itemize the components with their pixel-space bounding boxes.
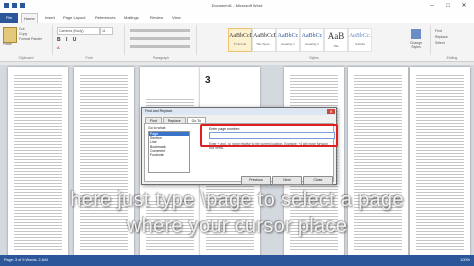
list-item[interactable]: Footnote xyxy=(149,153,189,157)
window-controls: – □ ✕ xyxy=(424,1,472,11)
styles-group: AaBbCcDc ¶ Normal AaBbCcDc Title Spac...… xyxy=(198,25,431,60)
styles-label: Styles xyxy=(309,56,319,60)
close-window-icon[interactable]: ✕ xyxy=(456,1,472,11)
next-button[interactable]: Next xyxy=(272,176,302,185)
change-styles-icon xyxy=(411,29,421,39)
tab-insert[interactable]: Insert xyxy=(45,15,55,20)
format-buttons[interactable]: B I U xyxy=(57,37,78,43)
clipboard-label: Clipboard xyxy=(18,56,34,60)
style-heading-2[interactable]: AaBbCc Heading 2 xyxy=(300,28,324,52)
font-color-icon[interactable]: A xyxy=(57,45,60,50)
close-button[interactable]: Close xyxy=(303,176,333,185)
dialog-title: Find and Replace xyxy=(142,108,336,115)
ribbon: Paste Cut Copy Format Painter Clipboard … xyxy=(0,23,474,62)
status-bar: Page: 3 of 9 Words: 2,844 100% xyxy=(0,255,474,266)
caption-line-1: here just type \page to select a page xyxy=(70,189,404,211)
editing-label: Editing xyxy=(446,56,458,60)
tab-view[interactable]: View xyxy=(172,15,181,20)
select-button[interactable]: Select xyxy=(435,40,448,46)
page-number-3: 3 xyxy=(205,75,211,86)
font-label: Font xyxy=(85,56,93,60)
window-title: Document1 - Microsoft Word xyxy=(211,3,263,8)
tab-mailings[interactable]: Mailings xyxy=(124,15,139,20)
paragraph-icons[interactable] xyxy=(130,29,190,53)
highlight-box xyxy=(200,124,338,147)
tab-file[interactable]: File xyxy=(0,13,18,23)
change-styles-button[interactable]: Change Styles xyxy=(408,29,424,49)
style-heading-1[interactable]: AaBbCc Heading 1 xyxy=(276,28,300,52)
paste-button[interactable]: Paste xyxy=(3,42,12,46)
paragraph-label: Paragraph xyxy=(152,56,170,60)
tab-review[interactable]: Review xyxy=(150,15,163,20)
maximize-icon[interactable]: □ xyxy=(440,1,456,11)
tab-page-layout[interactable]: Page Layout xyxy=(63,15,85,20)
minimize-icon[interactable]: – xyxy=(424,1,440,11)
caption-line-2: where your cursor place xyxy=(126,215,348,237)
paste-icon[interactable] xyxy=(3,27,17,43)
font-name-select[interactable]: Cambria (Body) xyxy=(57,27,100,35)
title-bar: Document1 - Microsoft Word – □ ✕ xyxy=(0,0,474,13)
previous-button[interactable]: Previous xyxy=(241,176,271,185)
format-painter-button[interactable]: Format Painter xyxy=(19,37,42,42)
clipboard-group: Paste Cut Copy Format Painter Clipboard xyxy=(0,25,53,60)
zoom-level[interactable]: 100% xyxy=(460,255,470,266)
ribbon-tabs: File Home Insert Page Layout References … xyxy=(0,13,474,24)
goto-what-label: Go to what: xyxy=(148,126,166,130)
style-subtitle[interactable]: AaBbCc. Subtitle xyxy=(348,28,372,52)
dialog-close-icon[interactable]: ✕ xyxy=(327,109,335,114)
paragraph-group: Paragraph xyxy=(126,25,197,60)
tab-references[interactable]: References xyxy=(95,15,115,20)
style-normal[interactable]: AaBbCcDc ¶ Normal xyxy=(228,28,257,52)
editing-group: Find Replace Select Editing xyxy=(432,25,472,60)
goto-what-list[interactable]: Page Section Line Bookmark Comment Footn… xyxy=(148,131,190,173)
font-group: Cambria (Body) 11 B I U A Font xyxy=(54,25,125,60)
style-title[interactable]: AaB Title xyxy=(324,28,348,52)
status-page-words: Page: 3 of 9 Words: 2,844 xyxy=(4,258,49,262)
style-title-spacing[interactable]: AaBbCcDc Title Spac... xyxy=(252,28,281,52)
font-size-select[interactable]: 11 xyxy=(100,27,113,35)
